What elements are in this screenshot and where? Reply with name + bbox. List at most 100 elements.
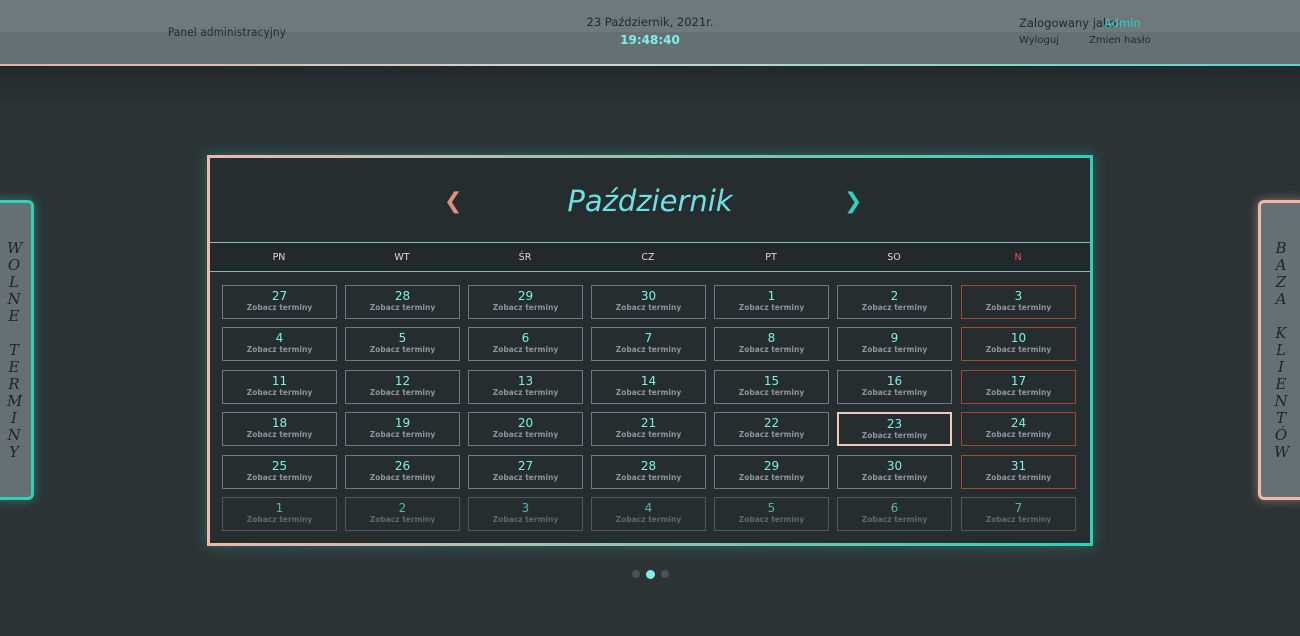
- page-dot[interactable]: [661, 570, 669, 578]
- day-cell[interactable]: 7 Zobacz terminy: [961, 497, 1076, 531]
- day-cell[interactable]: 4 Zobacz terminy: [591, 497, 706, 531]
- day-cell[interactable]: 15 Zobacz terminy: [714, 370, 829, 404]
- see-slots-link[interactable]: Zobacz terminy: [469, 473, 582, 483]
- day-cell[interactable]: 1 Zobacz terminy: [222, 497, 337, 531]
- day-number: 29: [763, 459, 780, 473]
- see-slots-link[interactable]: Zobacz terminy: [346, 345, 459, 355]
- see-slots-link[interactable]: Zobacz terminy: [962, 388, 1075, 398]
- day-cell[interactable]: 23 Zobacz terminy: [837, 412, 952, 446]
- see-slots-link[interactable]: Zobacz terminy: [715, 388, 828, 398]
- day-cell[interactable]: 26 Zobacz terminy: [345, 455, 460, 489]
- see-slots-link[interactable]: Zobacz terminy: [962, 430, 1075, 440]
- day-cell[interactable]: 30 Zobacz terminy: [837, 455, 952, 489]
- day-cell[interactable]: 6 Zobacz terminy: [837, 497, 952, 531]
- see-slots-link[interactable]: Zobacz terminy: [346, 303, 459, 313]
- see-slots-link[interactable]: Zobacz terminy: [223, 303, 336, 313]
- day-cell[interactable]: 1 Zobacz terminy: [714, 285, 829, 319]
- day-cell[interactable]: 16 Zobacz terminy: [837, 370, 952, 404]
- see-slots-link[interactable]: Zobacz terminy: [592, 388, 705, 398]
- free-slots-tab[interactable]: W O L N E T E R M I N Y: [0, 200, 34, 500]
- day-cell[interactable]: 27 Zobacz terminy: [222, 285, 337, 319]
- see-slots-link[interactable]: Zobacz terminy: [469, 430, 582, 440]
- see-slots-link[interactable]: Zobacz terminy: [346, 515, 459, 525]
- see-slots-link[interactable]: Zobacz terminy: [592, 473, 705, 483]
- see-slots-link[interactable]: Zobacz terminy: [469, 515, 582, 525]
- see-slots-link[interactable]: Zobacz terminy: [592, 303, 705, 313]
- change-password-link[interactable]: Zmien hasło: [1089, 35, 1151, 46]
- see-slots-link[interactable]: Zobacz terminy: [838, 303, 951, 313]
- day-cell[interactable]: 19 Zobacz terminy: [345, 412, 460, 446]
- see-slots-link[interactable]: Zobacz terminy: [223, 515, 336, 525]
- day-cell[interactable]: 7 Zobacz terminy: [591, 327, 706, 361]
- see-slots-link[interactable]: Zobacz terminy: [223, 473, 336, 483]
- see-slots-link[interactable]: Zobacz terminy: [346, 388, 459, 398]
- see-slots-link[interactable]: Zobacz terminy: [962, 345, 1075, 355]
- day-number: 1: [767, 289, 776, 303]
- day-cell[interactable]: 22 Zobacz terminy: [714, 412, 829, 446]
- day-cell[interactable]: 13 Zobacz terminy: [468, 370, 583, 404]
- client-base-tab[interactable]: B A Z A K L I E N T Ó W: [1258, 200, 1300, 500]
- see-slots-link[interactable]: Zobacz terminy: [469, 345, 582, 355]
- day-cell[interactable]: 17 Zobacz terminy: [961, 370, 1076, 404]
- see-slots-link[interactable]: Zobacz terminy: [962, 303, 1075, 313]
- day-cell[interactable]: 27 Zobacz terminy: [468, 455, 583, 489]
- month-title: Październik: [567, 184, 733, 218]
- day-cell[interactable]: 4 Zobacz terminy: [222, 327, 337, 361]
- see-slots-link[interactable]: Zobacz terminy: [838, 515, 951, 525]
- day-number: 2: [890, 289, 899, 303]
- day-cell[interactable]: 29 Zobacz terminy: [468, 285, 583, 319]
- day-cell[interactable]: 11 Zobacz terminy: [222, 370, 337, 404]
- day-cell[interactable]: 28 Zobacz terminy: [591, 455, 706, 489]
- see-slots-link[interactable]: Zobacz terminy: [592, 345, 705, 355]
- day-cell[interactable]: 24 Zobacz terminy: [961, 412, 1076, 446]
- day-cell[interactable]: 6 Zobacz terminy: [468, 327, 583, 361]
- see-slots-link[interactable]: Zobacz terminy: [346, 430, 459, 440]
- day-cell[interactable]: 8 Zobacz terminy: [714, 327, 829, 361]
- day-cell[interactable]: 12 Zobacz terminy: [345, 370, 460, 404]
- logout-link[interactable]: Wyloguj: [1019, 35, 1059, 46]
- see-slots-link[interactable]: Zobacz terminy: [592, 430, 705, 440]
- see-slots-link[interactable]: Zobacz terminy: [223, 430, 336, 440]
- day-cell[interactable]: 2 Zobacz terminy: [837, 285, 952, 319]
- page-dot[interactable]: [632, 570, 640, 578]
- day-cell[interactable]: 21 Zobacz terminy: [591, 412, 706, 446]
- day-cell[interactable]: 18 Zobacz terminy: [222, 412, 337, 446]
- weekday-label: WT: [394, 252, 410, 263]
- day-cell[interactable]: 28 Zobacz terminy: [345, 285, 460, 319]
- see-slots-link[interactable]: Zobacz terminy: [223, 345, 336, 355]
- see-slots-link[interactable]: Zobacz terminy: [838, 345, 951, 355]
- day-cell[interactable]: 3 Zobacz terminy: [961, 285, 1076, 319]
- see-slots-link[interactable]: Zobacz terminy: [346, 473, 459, 483]
- day-cell[interactable]: 9 Zobacz terminy: [837, 327, 952, 361]
- see-slots-link[interactable]: Zobacz terminy: [715, 515, 828, 525]
- day-cell[interactable]: 14 Zobacz terminy: [591, 370, 706, 404]
- day-cell[interactable]: 5 Zobacz terminy: [714, 497, 829, 531]
- see-slots-link[interactable]: Zobacz terminy: [223, 388, 336, 398]
- day-cell[interactable]: 10 Zobacz terminy: [961, 327, 1076, 361]
- day-cell[interactable]: 29 Zobacz terminy: [714, 455, 829, 489]
- page-dot-active[interactable]: [646, 569, 655, 579]
- day-number: 30: [886, 459, 903, 473]
- see-slots-link[interactable]: Zobacz terminy: [715, 303, 828, 313]
- day-cell[interactable]: 31 Zobacz terminy: [961, 455, 1076, 489]
- see-slots-link[interactable]: Zobacz terminy: [962, 515, 1075, 525]
- see-slots-link[interactable]: Zobacz terminy: [715, 430, 828, 440]
- day-number: 29: [517, 289, 534, 303]
- see-slots-link[interactable]: Zobacz terminy: [962, 473, 1075, 483]
- see-slots-link[interactable]: Zobacz terminy: [715, 345, 828, 355]
- see-slots-link[interactable]: Zobacz terminy: [715, 473, 828, 483]
- day-cell[interactable]: 30 Zobacz terminy: [591, 285, 706, 319]
- day-cell[interactable]: 5 Zobacz terminy: [345, 327, 460, 361]
- see-slots-link[interactable]: Zobacz terminy: [839, 431, 950, 441]
- day-cell[interactable]: 3 Zobacz terminy: [468, 497, 583, 531]
- see-slots-link[interactable]: Zobacz terminy: [592, 515, 705, 525]
- see-slots-link[interactable]: Zobacz terminy: [838, 473, 951, 483]
- chevron-right-icon[interactable]: ❯: [844, 189, 862, 214]
- day-cell[interactable]: 20 Zobacz terminy: [468, 412, 583, 446]
- logged-in-user[interactable]: Admin: [1104, 16, 1141, 30]
- day-cell[interactable]: 25 Zobacz terminy: [222, 455, 337, 489]
- see-slots-link[interactable]: Zobacz terminy: [469, 388, 582, 398]
- day-cell[interactable]: 2 Zobacz terminy: [345, 497, 460, 531]
- see-slots-link[interactable]: Zobacz terminy: [469, 303, 582, 313]
- see-slots-link[interactable]: Zobacz terminy: [838, 388, 951, 398]
